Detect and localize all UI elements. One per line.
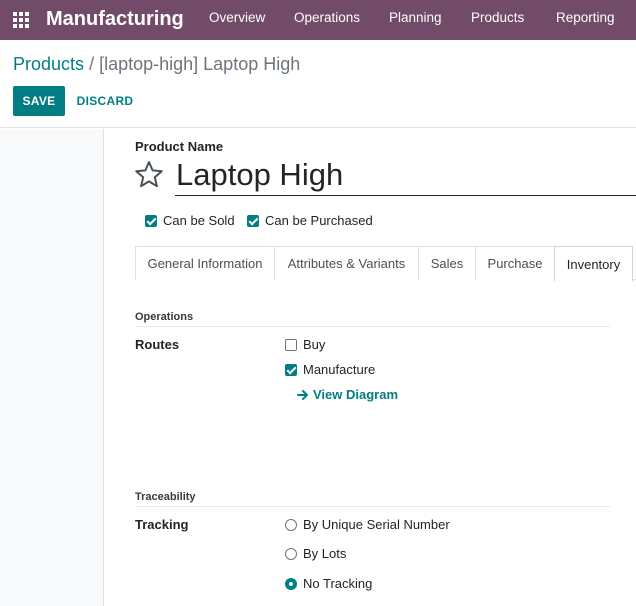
traceability-section-title: Traceability bbox=[135, 491, 196, 503]
traceability-divider bbox=[135, 506, 610, 507]
menu-operations[interactable]: Operations bbox=[294, 10, 360, 26]
can-be-purchased-label: Can be Purchased bbox=[265, 213, 373, 228]
breadcrumb-current: [laptop-high] Laptop High bbox=[99, 54, 301, 74]
top-navbar: Manufacturing Overview Operations Planni… bbox=[0, 0, 636, 40]
tab-sales[interactable]: Sales bbox=[418, 246, 476, 280]
menu-products[interactable]: Products bbox=[471, 10, 524, 26]
operations-section-title: Operations bbox=[135, 311, 194, 323]
tab-attributes-variants[interactable]: Attributes & Variants bbox=[274, 246, 419, 280]
route-manufacture-label: Manufacture bbox=[303, 362, 376, 377]
product-name-input[interactable]: Laptop High bbox=[175, 156, 636, 196]
breadcrumb-separator: / bbox=[89, 54, 95, 74]
view-diagram-label: View Diagram bbox=[313, 387, 399, 402]
app-brand[interactable]: Manufacturing bbox=[46, 6, 184, 32]
tracking-lots-radio[interactable] bbox=[285, 548, 297, 560]
route-buy-label: Buy bbox=[303, 337, 326, 352]
star-outline-icon[interactable] bbox=[134, 160, 164, 188]
route-buy-checkbox[interactable] bbox=[285, 339, 297, 351]
control-panel: Products / [laptop-high] Laptop High SAV… bbox=[0, 40, 636, 128]
route-manufacture-checkbox[interactable] bbox=[285, 364, 297, 376]
apps-menu-icon[interactable] bbox=[13, 12, 30, 28]
tracking-none-radio[interactable] bbox=[285, 578, 297, 590]
product-name-label: Product Name bbox=[135, 139, 224, 154]
can-be-sold-checkbox[interactable] bbox=[145, 215, 157, 227]
tab-purchase[interactable]: Purchase bbox=[475, 246, 555, 280]
view-diagram-link[interactable]: View Diagram bbox=[297, 387, 398, 402]
operations-divider bbox=[135, 326, 610, 327]
discard-button[interactable]: DISCARD bbox=[70, 86, 140, 116]
arrow-right-icon bbox=[297, 389, 308, 400]
tracking-none-label: No Tracking bbox=[303, 576, 373, 591]
tab-inventory[interactable]: Inventory bbox=[554, 246, 633, 281]
can-be-purchased-checkbox[interactable] bbox=[247, 215, 259, 227]
tracking-serial-radio[interactable] bbox=[285, 519, 297, 531]
can-be-sold-label: Can be Sold bbox=[163, 213, 235, 228]
breadcrumb-products-link[interactable]: Products bbox=[13, 54, 84, 74]
tab-general-information[interactable]: General Information bbox=[135, 246, 275, 280]
menu-planning[interactable]: Planning bbox=[389, 10, 442, 26]
tracking-label: Tracking bbox=[135, 517, 189, 532]
routes-label: Routes bbox=[135, 337, 180, 352]
tracking-serial-label: By Unique Serial Number bbox=[303, 517, 450, 532]
save-button[interactable]: SAVE bbox=[13, 86, 65, 116]
tracking-lots-label: By Lots bbox=[303, 546, 347, 561]
menu-reporting[interactable]: Reporting bbox=[556, 10, 615, 26]
breadcrumb: Products / [laptop-high] Laptop High bbox=[13, 52, 300, 76]
menu-overview[interactable]: Overview bbox=[209, 10, 265, 26]
